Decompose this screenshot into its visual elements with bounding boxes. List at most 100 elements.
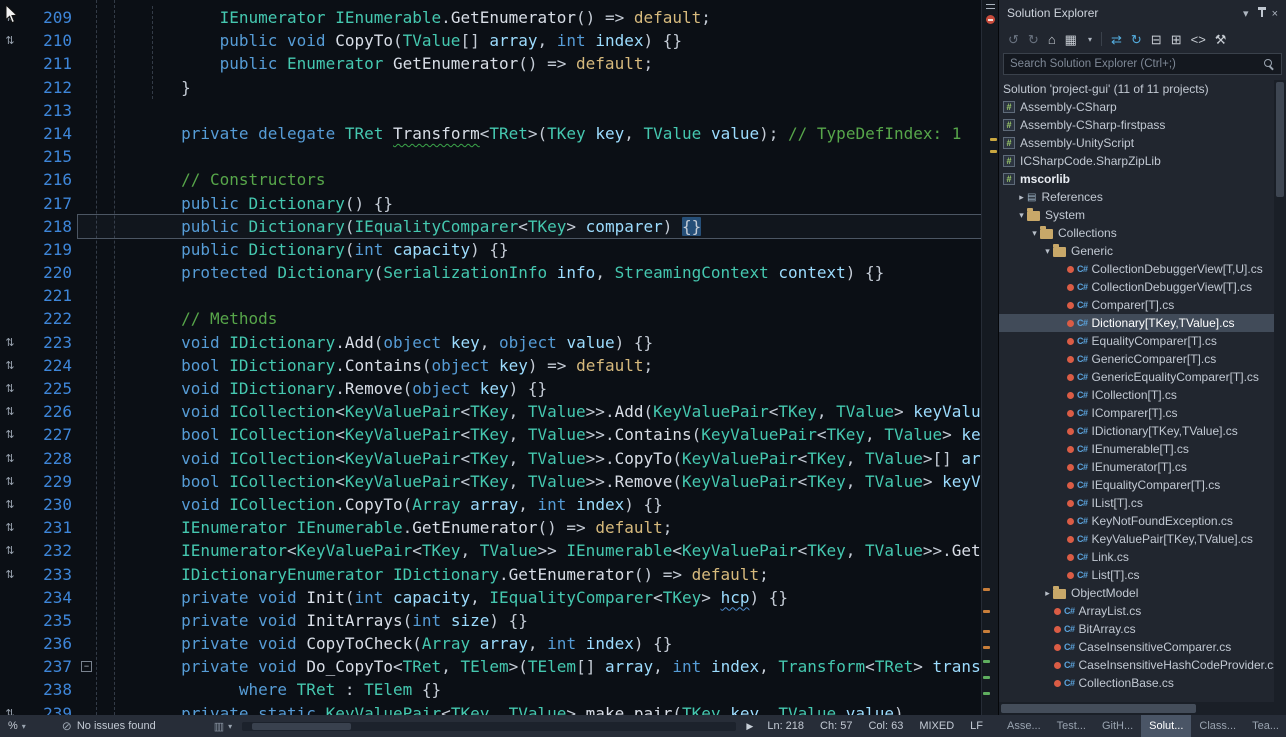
view-code-icon[interactable]: <> (1191, 33, 1206, 46)
chevron-collapsed-icon[interactable]: ▸ (1016, 192, 1027, 203)
scrollbar-thumb[interactable] (1276, 82, 1284, 197)
code-line[interactable]: ⇅223 void IDictionary.Add(object key, ob… (0, 331, 981, 354)
code-line[interactable]: 216 // Constructors (0, 168, 981, 191)
forward-icon[interactable]: ↻ (1028, 33, 1039, 46)
scrollbar-thumb[interactable] (1001, 704, 1196, 713)
code-line[interactable]: 218 public Dictionary(IEqualityComparer<… (0, 215, 981, 238)
search-input[interactable] (1010, 58, 1264, 70)
code-line[interactable]: ⇅224 bool IDictionary.Contains(object ke… (0, 354, 981, 377)
tree-item[interactable]: ▾Generic (999, 242, 1286, 260)
tree-item[interactable]: C#BitArray.cs (999, 620, 1286, 638)
code-line[interactable]: 221 (0, 284, 981, 307)
code-line[interactable]: ⇅228 void ICollection<KeyValuePair<TKey,… (0, 447, 981, 470)
tree-item[interactable]: C#ICollection[T].cs (999, 386, 1286, 404)
interface-impl-icon[interactable]: ⇅ (0, 354, 20, 377)
fold-collapse-icon[interactable]: − (81, 661, 92, 672)
back-icon[interactable]: ↺ (1008, 33, 1019, 46)
tree-item[interactable]: #Assembly-CSharp-firstpass (999, 116, 1286, 134)
panel-tab[interactable]: Asse... (999, 715, 1049, 737)
tree-item[interactable]: #ICSharpCode.SharpZipLib (999, 152, 1286, 170)
interface-impl-icon[interactable]: ⇅ (0, 539, 20, 562)
interface-impl-icon[interactable]: ⇅ (0, 493, 20, 516)
code-line[interactable]: ⇅232 IEnumerator<KeyValuePair<TKey, TVal… (0, 539, 981, 562)
tree-item[interactable]: C#IEnumerator[T].cs (999, 458, 1286, 476)
tree-item[interactable]: C#List[T].cs (999, 566, 1286, 584)
panel-tab[interactable]: GitH... (1094, 715, 1141, 737)
tree-item[interactable]: C#KeyNotFoundException.cs (999, 512, 1286, 530)
chevron-down-icon[interactable]: ▾ (1243, 8, 1249, 20)
code-line[interactable]: ⇅226 void ICollection<KeyValuePair<TKey,… (0, 400, 981, 423)
show-all-files-icon[interactable]: ⊞ (1171, 33, 1182, 46)
tree-item[interactable]: C#IList[T].cs (999, 494, 1286, 512)
split-window-handle-icon[interactable] (986, 4, 995, 9)
pin-icon[interactable] (1261, 9, 1263, 17)
switch-views-icon[interactable]: ▦ (1065, 33, 1077, 46)
interface-impl-icon[interactable]: ⇅ (0, 377, 20, 400)
code-line[interactable]: 236 private void CopyToCheck(Array array… (0, 632, 981, 655)
tree-item[interactable]: ▾Collections (999, 224, 1286, 242)
code-line[interactable]: ⇅229 bool ICollection<KeyValuePair<TKey,… (0, 470, 981, 493)
panel-tab[interactable]: Class... (1191, 715, 1244, 737)
interface-impl-icon[interactable]: ⇅ (0, 702, 20, 715)
close-icon[interactable]: × (1272, 8, 1278, 20)
tree-item[interactable]: C#ArrayList.cs (999, 602, 1286, 620)
editor-horizontal-scrollbar[interactable] (242, 722, 736, 731)
code-line[interactable]: 214 private delegate TRet Transform<TRet… (0, 122, 981, 145)
code-line[interactable]: ⇅227 bool ICollection<KeyValuePair<TKey,… (0, 423, 981, 446)
tree-item[interactable]: C#IEnumerable[T].cs (999, 440, 1286, 458)
code-line[interactable]: ⇅225 void IDictionary.Remove(object key)… (0, 377, 981, 400)
chevron-expanded-icon[interactable]: ▾ (1016, 210, 1027, 221)
tree-item[interactable]: C#IEqualityComparer[T].cs (999, 476, 1286, 494)
tree-item[interactable]: C#Comparer[T].cs (999, 296, 1286, 314)
editor-scrollbar[interactable] (981, 0, 998, 715)
code-line[interactable]: ⇅230 void ICollection.CopyTo(Array array… (0, 493, 981, 516)
tree-item[interactable]: C#KeyValuePair[TKey,TValue].cs (999, 530, 1286, 548)
document-health-icon[interactable] (986, 15, 995, 24)
tree-item[interactable]: #mscorlib (999, 170, 1286, 188)
interface-impl-icon[interactable]: ⇅ (0, 400, 20, 423)
code-line[interactable]: 213 (0, 99, 981, 122)
tree-item[interactable]: ▸ObjectModel (999, 584, 1286, 602)
code-line[interactable]: 235 private void InitArrays(int size) {} (0, 609, 981, 632)
code-line[interactable]: 220 protected Dictionary(SerializationIn… (0, 261, 981, 284)
tree-item[interactable]: C#CaseInsensitiveComparer.cs (999, 638, 1286, 656)
scrollbar-thumb[interactable] (252, 723, 351, 730)
status-misc-controls[interactable]: ▥ ▾ (214, 720, 232, 733)
code-line[interactable]: 219 public Dictionary(int capacity) {} (0, 238, 981, 261)
tree-item[interactable]: C#GenericEqualityComparer[T].cs (999, 368, 1286, 386)
panel-horizontal-scrollbar[interactable] (999, 702, 1286, 715)
tree-item[interactable]: #Assembly-UnityScript (999, 134, 1286, 152)
chevron-expanded-icon[interactable]: ▾ (1042, 246, 1053, 257)
interface-impl-icon[interactable]: ⇅ (0, 516, 20, 539)
scroll-right-icon[interactable]: ▶ (746, 721, 753, 732)
code-line[interactable]: 237− private void Do_CopyTo<TRet, TElem>… (0, 655, 981, 678)
tree-item[interactable]: #Assembly-CSharp (999, 98, 1286, 116)
tree-item[interactable]: Solution 'project-gui' (11 of 11 project… (999, 80, 1286, 98)
interface-impl-icon[interactable]: ⇅ (0, 447, 20, 470)
chevron-collapsed-icon[interactable]: ▸ (1042, 588, 1053, 599)
tree-item[interactable]: C#CollectionDebuggerView[T,U].cs (999, 260, 1286, 278)
tree-item[interactable]: C#CollectionBase.cs (999, 674, 1286, 692)
search-box[interactable] (1003, 53, 1282, 75)
code-area[interactable]: ⇅209 IEnumerator IEnumerable.GetEnumerat… (0, 0, 981, 715)
panel-tab[interactable]: Solut... (1141, 715, 1191, 737)
panel-vertical-scrollbar[interactable] (1274, 80, 1286, 702)
panel-tab[interactable]: Tea... (1244, 715, 1286, 737)
tree-item[interactable]: C#CaseInsensitiveHashCodeProvider.cs (999, 656, 1286, 674)
issues-indicator[interactable]: ⊘ No issues found (62, 719, 156, 733)
interface-impl-icon[interactable]: ⇅ (0, 29, 20, 52)
code-line[interactable]: 234 private void Init(int capacity, IEqu… (0, 586, 981, 609)
zoom-control[interactable]: % ▾ (0, 720, 34, 732)
code-line[interactable]: ⇅210 public void CopyTo(TValue[] array, … (0, 29, 981, 52)
status-line-ending-mode[interactable]: MIXED (919, 720, 954, 732)
panel-tab[interactable]: Test... (1049, 715, 1094, 737)
interface-impl-icon[interactable]: ⇅ (0, 331, 20, 354)
code-line[interactable]: 215 (0, 145, 981, 168)
refresh-icon[interactable]: ↻ (1131, 33, 1142, 46)
code-line[interactable]: 222 // Methods (0, 307, 981, 330)
tree-item[interactable]: ▾System (999, 206, 1286, 224)
interface-impl-icon[interactable]: ⇅ (0, 423, 20, 446)
status-eol[interactable]: LF (970, 720, 983, 732)
code-line[interactable]: ⇅239 private static KeyValuePair<TKey, T… (0, 702, 981, 715)
search-icon[interactable] (1264, 59, 1275, 70)
